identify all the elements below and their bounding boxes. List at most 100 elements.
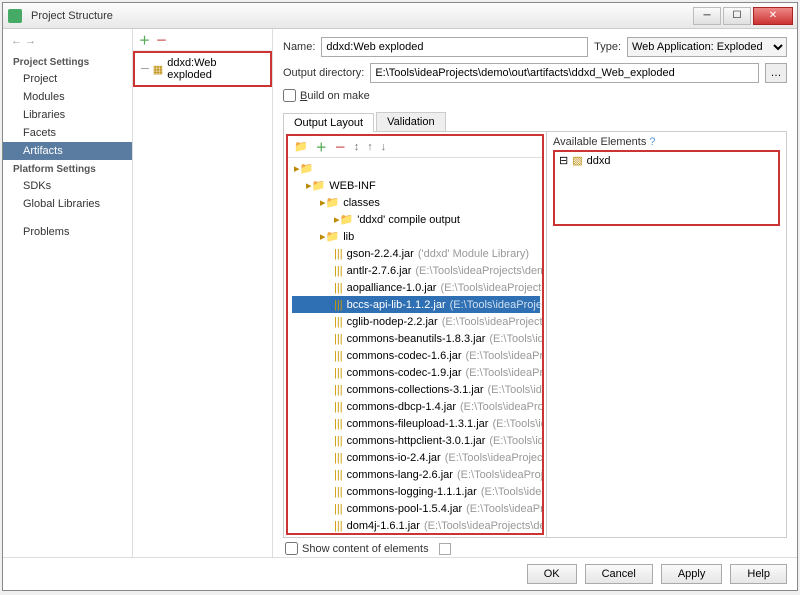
- sidebar-section-project: Project Settings: [3, 53, 132, 70]
- tree-item-hint: (E:\Tools\ideaProjects\demo\d: [442, 316, 542, 328]
- tree-item-label: commons-beanutils-1.8.3.jar: [347, 333, 486, 345]
- tree-item-hint: (E:\Tools\ideaProject: [488, 384, 542, 396]
- available-elements-pane: Available Elements ? ⊟ ▧ ddxd: [546, 132, 786, 537]
- main-pane: Name: Type: Web Application: Exploded Ou…: [273, 29, 797, 557]
- tree-row[interactable]: |||commons-pool-1.5.4.jar (E:\Tools\idea…: [292, 500, 540, 517]
- apply-button[interactable]: Apply: [661, 564, 723, 584]
- show-content-checkbox[interactable]: [285, 542, 298, 555]
- tree-row[interactable]: |||commons-beanutils-1.8.3.jar (E:\Tools…: [292, 330, 540, 347]
- sidebar-item-modules[interactable]: Modules: [3, 88, 132, 106]
- tree-row[interactable]: |||commons-codec-1.6.jar (E:\Tools\ideaP…: [292, 347, 540, 364]
- tree-item-label: commons-collections-3.1.jar: [347, 384, 484, 396]
- tree-item-label: commons-pool-1.5.4.jar: [347, 503, 463, 515]
- tree-row[interactable]: ▸📁WEB-INF: [292, 177, 540, 194]
- output-tree[interactable]: ▸📁 ▸📁WEB-INF▸📁classes▸📁'ddxd' compile out…: [288, 158, 542, 533]
- tree-remove-icon[interactable]: －: [335, 139, 346, 155]
- tree-item-hint: (E:\Tools\ideaProjec: [492, 418, 542, 430]
- sidebar-item-global-libraries[interactable]: Global Libraries: [3, 195, 132, 213]
- tab-output-layout[interactable]: Output Layout: [283, 113, 374, 132]
- new-folder-icon[interactable]: 📁: [294, 140, 308, 153]
- module-icon: ▧: [572, 154, 582, 167]
- tree-row[interactable]: |||gson-2.2.4.jar ('ddxd' Module Library…: [292, 245, 540, 262]
- tree-row[interactable]: ▸📁classes: [292, 194, 540, 211]
- tree-row[interactable]: |||commons-io-2.4.jar (E:\Tools\ideaProj…: [292, 449, 540, 466]
- tree-item-label: gson-2.2.4.jar: [347, 248, 414, 260]
- tree-row[interactable]: |||commons-dbcp-1.4.jar (E:\Tools\ideaPr…: [292, 398, 540, 415]
- window-title: Project Structure: [27, 10, 691, 22]
- tree-row[interactable]: |||commons-codec-1.9.jar (E:\Tools\ideaP…: [292, 364, 540, 381]
- sidebar-item-sdks[interactable]: SDKs: [3, 177, 132, 195]
- outdir-input[interactable]: [370, 63, 759, 83]
- tree-down-icon[interactable]: ↓: [381, 141, 387, 153]
- available-item[interactable]: ⊟ ▧ ddxd: [559, 154, 774, 167]
- expand-icon: ⊟: [559, 154, 568, 167]
- tree-item-label: commons-logging-1.1.1.jar: [347, 486, 477, 498]
- sidebar-item-project[interactable]: Project: [3, 70, 132, 88]
- tree-item-hint: ('ddxd' Module Library): [418, 248, 529, 260]
- tree-sort-icon[interactable]: ↕: [354, 141, 360, 153]
- tree-add-icon[interactable]: ＋: [316, 139, 327, 155]
- build-on-make-label: BBuild on makeuild on make: [300, 90, 370, 102]
- output-tree-toolbar: 📁 ＋ － ↕ ↑ ↓: [288, 136, 542, 158]
- help-icon[interactable]: ?: [649, 136, 655, 148]
- tree-item-label: commons-codec-1.9.jar: [347, 367, 462, 379]
- tree-row[interactable]: |||commons-httpclient-3.0.1.jar (E:\Tool…: [292, 432, 540, 449]
- tree-row[interactable]: |||bccs-api-lib-1.1.2.jar (E:\Tools\idea…: [292, 296, 540, 313]
- available-item-label: ddxd: [587, 155, 611, 167]
- tab-validation[interactable]: Validation: [376, 112, 446, 131]
- tree-row[interactable]: |||commons-logging-1.1.1.jar (E:\Tools\i…: [292, 483, 540, 500]
- sidebar-item-artifacts[interactable]: Artifacts: [3, 142, 132, 160]
- sidebar-item-problems[interactable]: Problems: [3, 223, 132, 241]
- folder-icon: ▸📁: [320, 230, 339, 243]
- sidebar-item-facets[interactable]: Facets: [3, 124, 132, 142]
- jar-icon: |||: [334, 367, 343, 379]
- cancel-button[interactable]: Cancel: [585, 564, 653, 584]
- artifact-list-item[interactable]: ─ ▦ ddxd:Web exploded: [133, 51, 272, 87]
- project-structure-window: Project Structure ─ ☐ ✕ ← → Project Sett…: [2, 2, 798, 591]
- ok-button[interactable]: OK: [527, 564, 577, 584]
- tree-row[interactable]: ▸📁'ddxd' compile output: [292, 211, 540, 228]
- minimize-button[interactable]: ─: [693, 7, 721, 25]
- sidebar-section-platform: Platform Settings: [3, 160, 132, 177]
- type-label: Type:: [594, 41, 621, 53]
- tree-item-hint: (E:\Tools\ideaProjects\demo\: [450, 299, 542, 311]
- tree-row[interactable]: |||aopalliance-1.0.jar (E:\Tools\ideaPro…: [292, 279, 540, 296]
- show-content-label: Show content of elements: [302, 543, 429, 555]
- tree-row[interactable]: |||commons-fileupload-1.3.1.jar (E:\Tool…: [292, 415, 540, 432]
- titlebar[interactable]: Project Structure ─ ☐ ✕: [3, 3, 797, 29]
- jar-icon: |||: [334, 418, 343, 430]
- tree-row[interactable]: |||antlr-2.7.6.jar (E:\Tools\ideaProject…: [292, 262, 540, 279]
- tree-row[interactable]: ▸📁: [292, 160, 540, 177]
- tree-row[interactable]: |||commons-lang-2.6.jar (E:\Tools\ideaPr…: [292, 466, 540, 483]
- tree-item-hint: (E:\Tools\ideaProjects\: [481, 486, 542, 498]
- close-button[interactable]: ✕: [753, 7, 793, 25]
- help-button[interactable]: Help: [730, 564, 787, 584]
- sidebar-item-libraries[interactable]: Libraries: [3, 106, 132, 124]
- tree-item-label: commons-codec-1.6.jar: [347, 350, 462, 362]
- add-artifact-icon[interactable]: ＋: [139, 32, 150, 48]
- build-on-make-checkbox[interactable]: [283, 89, 296, 102]
- tabs: Output Layout Validation: [283, 112, 787, 132]
- output-root-icon: ▸📁: [294, 162, 313, 175]
- tree-row[interactable]: |||commons-collections-3.1.jar (E:\Tools…: [292, 381, 540, 398]
- maximize-button[interactable]: ☐: [723, 7, 751, 25]
- name-input[interactable]: [321, 37, 588, 57]
- compile-output-icon: ▸📁: [334, 213, 353, 226]
- artifact-label: ddxd:Web exploded: [167, 57, 264, 81]
- dialog-buttons: OK Cancel Apply Help: [3, 557, 797, 590]
- browse-button[interactable]: …: [765, 63, 787, 83]
- tree-item-hint: (E:\Tools\ideaProjects\demo\ddxd: [424, 520, 542, 532]
- show-content-toggle-icon[interactable]: [439, 543, 451, 555]
- tree-up-icon[interactable]: ↑: [367, 141, 373, 153]
- tree-row[interactable]: |||dom4j-1.6.1.jar (E:\Tools\ideaProject…: [292, 517, 540, 533]
- outdir-label: Output directory:: [283, 67, 364, 79]
- tree-item-hint: (E:\Tools\ideaProjects\demo\c: [445, 452, 542, 464]
- tree-row[interactable]: ▸📁lib: [292, 228, 540, 245]
- type-select[interactable]: Web Application: Exploded: [627, 37, 787, 57]
- tree-row[interactable]: |||cglib-nodep-2.2.jar (E:\Tools\ideaPro…: [292, 313, 540, 330]
- sidebar-toolbar: ← →: [3, 33, 132, 53]
- jar-icon: |||: [334, 265, 343, 277]
- remove-artifact-icon[interactable]: －: [156, 32, 167, 48]
- jar-icon: |||: [334, 435, 343, 447]
- jar-icon: |||: [334, 299, 343, 311]
